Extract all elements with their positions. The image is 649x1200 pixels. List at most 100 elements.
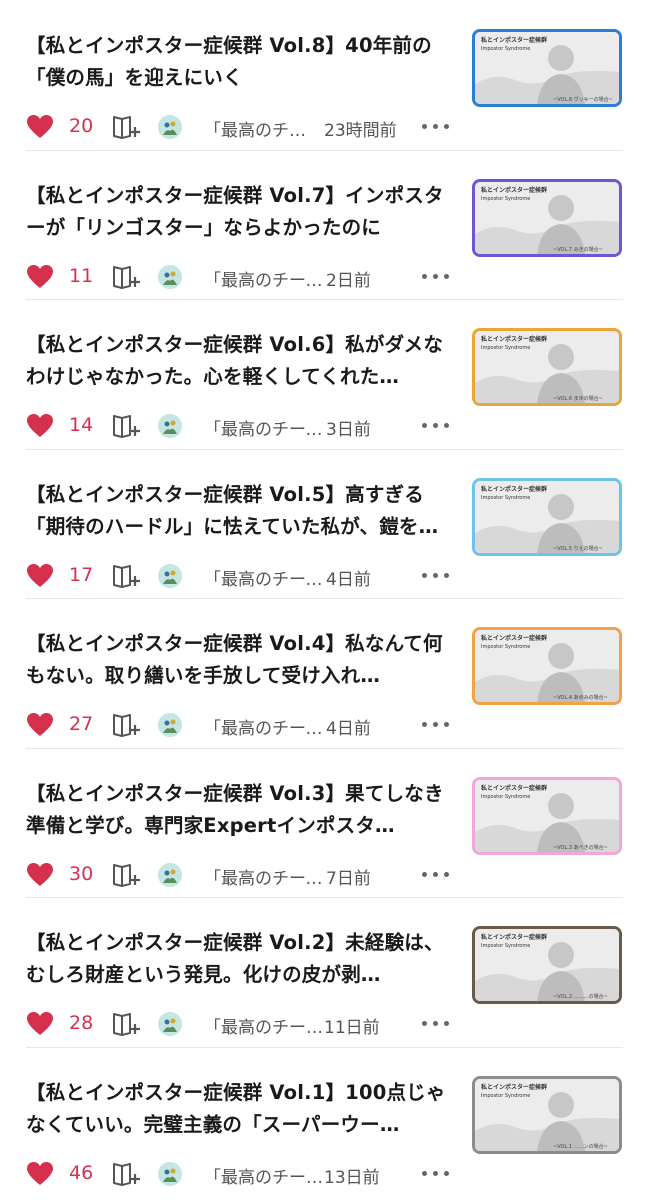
article-thumbnail[interactable]: 私とインポスター症候群 Impostor Syndrome ~VOL.7 みきの…	[472, 178, 622, 257]
article-thumbnail[interactable]: 私とインポスター症候群 Impostor Syndrome ~VOL.4 あゆみ…	[472, 627, 622, 705]
article-thumbnail[interactable]: 私とインポスター症候群 Impostor Syndrome ~VOL.1 ……ン…	[472, 1075, 622, 1154]
article-item[interactable]: 【私とインポスター症候群 Vol.3】果てしなき準備と学び。専門家Expertイ…	[0, 747, 649, 897]
article-item[interactable]: 【私とインポスター症候群 Vol.4】私なんて何もない。取り繕いを手放して受け入…	[0, 598, 649, 747]
magazine-avatar[interactable]	[158, 115, 182, 139]
magazine-add-icon[interactable]	[112, 264, 142, 290]
thumbnail-image: 私とインポスター症候群 Impostor Syndrome ~VOL.3 あべき…	[475, 779, 619, 852]
article-title[interactable]: 【私とインポスター症候群 Vol.5】高すぎる「期待のハードル」に怯えていた私が…	[26, 479, 458, 543]
thumbnail-sublabel: Impostor Syndrome	[481, 495, 530, 501]
thumbnail-sublabel: Impostor Syndrome	[481, 794, 530, 800]
divider	[26, 747, 623, 749]
divider	[26, 299, 623, 300]
published-time: 3日前	[326, 420, 371, 440]
magazine-name[interactable]: 「最高のチーム…	[204, 714, 334, 739]
magazine-name[interactable]: 「最高のチーム…	[204, 415, 334, 440]
heart-icon[interactable]	[26, 413, 54, 439]
article-item[interactable]: 【私とインポスター症候群 Vol.2】未経験は、むしろ財産という発見。化けの皮が…	[0, 897, 649, 1046]
magazine-add-icon[interactable]	[112, 862, 142, 888]
published-time: 4日前	[326, 719, 371, 739]
like-count: 27	[69, 713, 94, 735]
thumbnail-caption: ~VOL.8 ヴッキーの場合~	[553, 96, 613, 103]
thumbnail-sublabel: Impostor Syndrome	[481, 46, 530, 52]
heart-icon[interactable]	[26, 264, 54, 290]
thumbnail-image: 私とインポスター症候群 Impostor Syndrome ~VOL.8 ヴッキ…	[475, 32, 619, 104]
article-item[interactable]: 【私とインポスター症候群 Vol.5】高すぎる「期待のハードル」に怯えていた私が…	[0, 448, 649, 598]
magazine-add-icon[interactable]	[112, 712, 142, 738]
thumbnail-label: 私とインポスター症候群	[480, 1083, 547, 1091]
thumbnail-caption: ~VOL.1 ……ンの場合~	[553, 1143, 608, 1150]
like-count: 30	[69, 862, 94, 885]
magazine-avatar[interactable]	[158, 563, 182, 588]
article-actions: 30 「最高のチーム… 7日前	[26, 859, 626, 891]
article-title[interactable]: 【私とインポスター症候群 Vol.4】私なんて何もない。取り繕いを手放して受け入…	[26, 628, 458, 692]
heart-icon[interactable]	[26, 1161, 54, 1187]
magazine-add-icon[interactable]	[112, 1161, 142, 1187]
heart-icon[interactable]	[26, 862, 54, 888]
article-thumbnail[interactable]: 私とインポスター症候群 Impostor Syndrome ~VOL.3 あべき…	[472, 776, 622, 855]
magazine-name[interactable]: 「最高のチー…	[204, 1013, 334, 1038]
article-actions: 20 「最高のチ… 23時間前	[26, 111, 626, 143]
heart-icon[interactable]	[26, 712, 54, 738]
thumbnail-sublabel: Impostor Syndrome	[481, 1093, 530, 1099]
more-dots-icon[interactable]	[422, 116, 450, 136]
article-title[interactable]: 【私とインポスター症候群 Vol.7】インポスターが「リンゴスター」ならよかった…	[26, 180, 458, 244]
magazine-avatar[interactable]	[158, 862, 182, 887]
magazine-name[interactable]: 「最高のチーム…	[204, 266, 334, 291]
magazine-add-icon[interactable]	[112, 413, 142, 439]
thumbnail-label: 私とインポスター症候群	[480, 933, 547, 941]
published-time: 11日前	[324, 1018, 380, 1038]
article-title[interactable]: 【私とインポスター症候群 Vol.6】私がダメなわけじゃなかった。心を軽くしてく…	[26, 329, 458, 393]
magazine-avatar[interactable]	[158, 1012, 182, 1036]
thumbnail-caption: ~VOL.6 まゆの場合~	[553, 395, 603, 402]
article-title[interactable]: 【私とインポスター症候群 Vol.1】100点じゃなくていい。完璧主義の「スーパ…	[26, 1077, 458, 1141]
like-count: 14	[69, 414, 94, 436]
thumbnail-label: 私とインポスター症候群	[480, 335, 547, 343]
more-dots-icon[interactable]	[422, 266, 450, 286]
article-thumbnail[interactable]: 私とインポスター症候群 Impostor Syndrome ~VOL.2 …………	[472, 926, 622, 1004]
more-dots-icon[interactable]	[422, 1013, 450, 1033]
article-item[interactable]: 【私とインポスター症候群 Vol.7】インポスターが「リンゴスター」ならよかった…	[0, 149, 649, 299]
thumbnail-sublabel: Impostor Syndrome	[481, 345, 530, 351]
magazine-avatar[interactable]	[158, 713, 182, 737]
magazine-name[interactable]: 「最高のチーム…	[204, 864, 334, 889]
article-thumbnail[interactable]: 私とインポスター症候群 Impostor Syndrome ~VOL.8 ヴッキ…	[472, 29, 622, 107]
article-actions: 14 「最高のチーム… 3日前	[26, 410, 626, 442]
article-item[interactable]: 【私とインポスター症候群 Vol.1】100点じゃなくていい。完璧主義の「スーパ…	[0, 1046, 649, 1196]
more-dots-icon[interactable]	[422, 714, 450, 734]
more-dots-icon[interactable]	[422, 565, 450, 585]
article-title[interactable]: 【私とインポスター症候群 Vol.8】40年前の「僕の馬」を迎えにいく	[26, 30, 458, 94]
heart-icon[interactable]	[26, 114, 54, 140]
article-thumbnail[interactable]: 私とインポスター症候群 Impostor Syndrome ~VOL.6 まゆの…	[472, 328, 622, 406]
heart-icon[interactable]	[26, 563, 54, 589]
magazine-add-icon[interactable]	[112, 1011, 142, 1037]
more-dots-icon[interactable]	[422, 1163, 450, 1183]
article-actions: 46 「最高のチー… 13日前	[26, 1158, 626, 1190]
more-dots-icon[interactable]	[422, 864, 450, 884]
thumbnail-sublabel: Impostor Syndrome	[481, 943, 530, 949]
thumbnail-image: 私とインポスター症候群 Impostor Syndrome ~VOL.1 ……ン…	[475, 1078, 619, 1151]
thumbnail-sublabel: Impostor Syndrome	[481, 644, 530, 650]
article-item[interactable]: 【私とインポスター症候群 Vol.8】40年前の「僕の馬」を迎えにいく 私とイン…	[0, 0, 649, 149]
magazine-avatar[interactable]	[158, 264, 182, 289]
magazine-avatar[interactable]	[158, 1161, 182, 1186]
article-title[interactable]: 【私とインポスター症候群 Vol.2】未経験は、むしろ財産という発見。化けの皮が…	[26, 927, 458, 991]
magazine-name[interactable]: 「最高のチー…	[204, 1163, 334, 1188]
published-time: 4日前	[326, 569, 371, 590]
magazine-avatar[interactable]	[158, 414, 182, 438]
magazine-name[interactable]: 「最高のチーム…	[204, 565, 334, 590]
like-count: 20	[69, 115, 94, 137]
magazine-name[interactable]: 「最高のチ…	[204, 116, 334, 141]
magazine-add-icon[interactable]	[112, 114, 142, 140]
magazine-add-icon[interactable]	[112, 563, 142, 589]
heart-icon[interactable]	[26, 1011, 54, 1037]
divider	[26, 1046, 623, 1048]
article-item[interactable]: 【私とインポスター症候群 Vol.6】私がダメなわけじゃなかった。心を軽くしてく…	[0, 299, 649, 448]
published-time: 2日前	[326, 270, 371, 291]
thumbnail-label: 私とインポスター症候群	[480, 485, 547, 493]
article-actions: 27 「最高のチーム… 4日前	[26, 709, 626, 741]
more-dots-icon[interactable]	[422, 415, 450, 435]
article-thumbnail[interactable]: 私とインポスター症候群 Impostor Syndrome ~VOL.5 りえの…	[472, 477, 622, 556]
article-title[interactable]: 【私とインポスター症候群 Vol.3】果てしなき準備と学び。専門家Expertイ…	[26, 778, 458, 842]
article-actions: 28 「最高のチー… 11日前	[26, 1008, 626, 1040]
divider	[26, 448, 623, 450]
